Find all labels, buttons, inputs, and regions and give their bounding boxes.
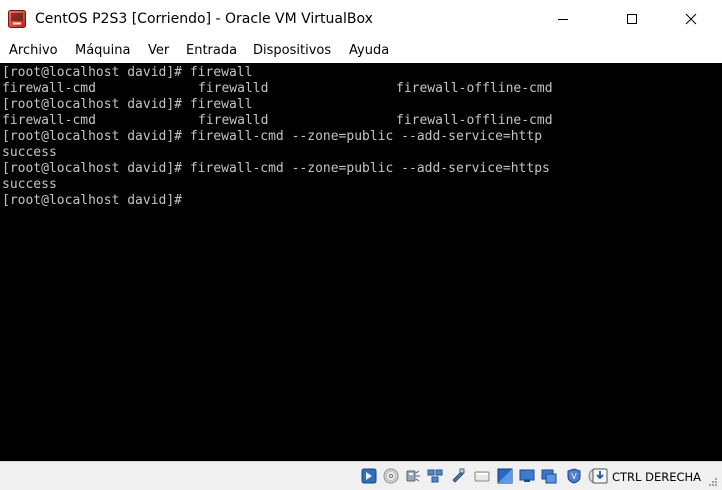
virtualization-icon[interactable]: [541, 468, 557, 484]
host-key-label: CTRL DERECHA: [612, 470, 702, 484]
svg-text:V: V: [571, 472, 577, 481]
menu-ayuda[interactable]: Ayuda: [349, 43, 389, 59]
virtualbox-icon: [8, 10, 26, 28]
maximize-button[interactable]: [609, 0, 655, 38]
virtualbox-window: CentOS P2S3 [Corriendo] - Oracle VM Virt…: [0, 0, 722, 490]
vm-screen[interactable]: [root@localhost david]# firewall firewal…: [0, 63, 722, 461]
optical-drive-icon[interactable]: [383, 468, 399, 484]
network-icon[interactable]: [427, 468, 443, 484]
close-button[interactable]: [668, 0, 714, 38]
menu-ver[interactable]: Ver: [148, 43, 169, 59]
status-bar: V CTRL DERECHA: [0, 461, 722, 490]
display-icon[interactable]: [497, 468, 513, 484]
menu-archivo[interactable]: Archivo: [9, 43, 58, 59]
menu-bar: Archivo Máquina Ver Entrada Dispositivos…: [0, 38, 722, 63]
maximize-icon: [627, 14, 637, 24]
minimize-icon: [558, 19, 568, 20]
window-title: CentOS P2S3 [Corriendo] - Oracle VM Virt…: [35, 11, 373, 27]
download-arrow-icon[interactable]: [592, 468, 608, 484]
menu-dispositivos[interactable]: Dispositivos: [253, 43, 331, 59]
minimize-button[interactable]: [540, 0, 586, 38]
audio-icon[interactable]: [405, 468, 421, 484]
usb-icon[interactable]: [449, 468, 465, 484]
shared-folders-icon[interactable]: [474, 468, 490, 484]
close-icon: [685, 13, 697, 25]
menu-maquina[interactable]: Máquina: [75, 43, 131, 59]
mouse-integration-icon[interactable]: V: [566, 468, 582, 484]
resize-grip-icon[interactable]: [708, 477, 718, 487]
title-bar[interactable]: CentOS P2S3 [Corriendo] - Oracle VM Virt…: [0, 0, 722, 38]
video-capture-icon[interactable]: [519, 468, 535, 484]
hard-disk-icon[interactable]: [361, 468, 377, 484]
menu-entrada[interactable]: Entrada: [186, 43, 237, 59]
